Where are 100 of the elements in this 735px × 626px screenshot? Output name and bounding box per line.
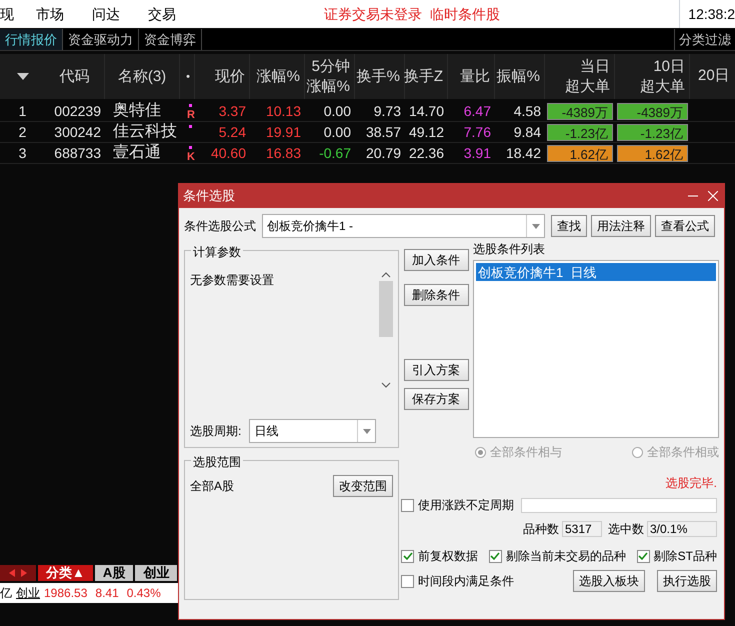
count-label: 品种数 (523, 521, 559, 538)
checkbox[interactable] (488, 550, 502, 562)
checkbox-label: 使用涨跌不定周期 (418, 497, 514, 514)
dialog-button[interactable]: 执行选股 (657, 570, 717, 592)
stock-flag-label: K (187, 150, 195, 164)
table-cell-text: 300242 (53, 122, 102, 142)
stock-flag-label: R (187, 108, 195, 122)
table-cell-text: 20.79 (364, 144, 402, 162)
period-select[interactable]: 日线 (249, 419, 376, 443)
table-cell-text: 1 (18, 102, 28, 120)
scroll-up-icon[interactable] (381, 271, 391, 279)
table-cell-text: 14.70 (408, 102, 445, 120)
scroll-arrows-icon[interactable] (8, 568, 28, 578)
column-header[interactable]: 代码 (60, 66, 90, 86)
flow-bar: -1.23亿 (617, 124, 688, 140)
column-header[interactable]: • (186, 66, 190, 86)
list-label: 选股条件列表 (473, 241, 546, 258)
dropdown-caret-icon[interactable] (362, 428, 371, 434)
dialog-button[interactable]: 引入方案 (404, 359, 468, 381)
dialog-button[interactable]: 删除条件 (404, 284, 468, 306)
column-header[interactable]: 涨幅% (256, 66, 300, 86)
filter-button[interactable]: 分类过滤 (674, 29, 735, 50)
table-cell-text: -0.67 (318, 144, 352, 162)
checkbox[interactable] (401, 550, 414, 562)
table-cell-text: 40.60 (210, 144, 247, 162)
dropdown-caret-icon[interactable] (532, 224, 540, 228)
table-cell-text: 18.42 (504, 144, 542, 162)
table-cell-text: 奥特佳 (112, 101, 162, 121)
table-cell-text: 688733 (53, 144, 102, 162)
column-header[interactable]: 超大单 (565, 76, 610, 96)
table-cell-text: 10.13 (264, 102, 302, 120)
params-text: 无参数需要设置 (190, 272, 275, 289)
flow-bar: -1.23亿 (547, 124, 613, 140)
quote-tab[interactable]: 行情报价 (0, 29, 63, 50)
clock: 12:38:2 (679, 0, 735, 28)
dialog-button[interactable]: 改变范围 (333, 475, 393, 497)
column-header[interactable]: 当日 (580, 56, 610, 76)
column-header[interactable]: 涨幅% (306, 76, 350, 96)
dialog-button[interactable]: 保存方案 (404, 388, 468, 410)
table-cell-text: 0.00 (322, 122, 352, 142)
range-text: 全部A股 (190, 478, 234, 495)
column-header[interactable]: 换手Z (404, 66, 443, 86)
column-header[interactable]: 量比 (460, 66, 490, 86)
column-header[interactable]: 20日 (698, 65, 735, 88)
formula-label: 条件选股公式 (184, 218, 256, 235)
table-cell-text: 3.91 (462, 144, 492, 162)
menu-item[interactable]: 问达 (92, 4, 120, 24)
checkbox[interactable] (401, 574, 414, 588)
dialog-title: 条件选股 (183, 187, 235, 206)
table-cell-text: 22.36 (408, 144, 445, 162)
table-cell-text: 2 (18, 122, 28, 142)
column-header[interactable]: 5分钟 (312, 56, 350, 76)
scroll-down-icon[interactable] (381, 381, 391, 389)
table-cell-text: 6.47 (462, 102, 492, 120)
condition-item[interactable]: 创板竞价擒牛1 日线 (476, 263, 716, 281)
column-header[interactable]: 换手% (356, 66, 400, 86)
category-tab[interactable]: 分类▲ (38, 565, 93, 581)
table-cell-text: 9.73 (372, 102, 402, 120)
sort-arrow-icon[interactable] (16, 72, 28, 80)
menu-item[interactable]: 交易 (148, 4, 176, 24)
quote-tab[interactable]: 资金驱动力 (63, 29, 139, 50)
radio-button[interactable] (632, 446, 643, 458)
period-label: 选股周期: (190, 423, 242, 440)
flow-bar: 1.62亿 (547, 144, 613, 162)
dialog-button[interactable]: 加入条件 (404, 249, 468, 271)
dialog-button[interactable]: 查看公式 (655, 215, 715, 237)
period-input[interactable] (521, 498, 717, 512)
table-cell-text: 7.76 (462, 122, 492, 142)
column-header[interactable]: 振幅% (496, 66, 540, 86)
column-header[interactable]: 现价 (215, 66, 245, 86)
quote-tab[interactable]: 资金博弈 (139, 29, 202, 50)
checkbox[interactable] (636, 550, 650, 562)
flow-bar: -4389万 (617, 102, 688, 120)
category-tab[interactable]: 创业 (135, 565, 178, 581)
table-cell-text: 16.83 (264, 144, 302, 162)
formula-select[interactable]: 创板竞价擒牛1 - (262, 214, 545, 238)
table-cell-text: 3 (18, 144, 28, 162)
category-tab[interactable]: A股 (94, 565, 134, 581)
dialog-button[interactable]: 用法注释 (591, 215, 651, 237)
index-name[interactable]: 创业 (16, 584, 40, 602)
group-label: 选股范围 (191, 453, 243, 471)
menu-item[interactable]: 现 (0, 4, 14, 24)
scrollbar[interactable] (379, 271, 393, 389)
checkbox[interactable] (401, 498, 414, 512)
checkbox-label: 剔除ST品种 (654, 548, 717, 565)
column-header[interactable]: 名称(3) (118, 66, 166, 86)
radio-button[interactable] (475, 446, 486, 458)
checkbox-label: 时间段内满足条件 (418, 573, 514, 590)
checkbox-label: 剔除当前未交易的品种 (506, 548, 626, 565)
menu-item[interactable]: 市场 (36, 4, 64, 24)
column-header[interactable]: 10日 (653, 56, 685, 76)
count-field: 3/0.1% (647, 521, 717, 537)
close-icon[interactable] (708, 191, 718, 201)
table-cell-text: 5.24 (218, 122, 247, 142)
dialog-button[interactable]: 选股入板块 (573, 570, 645, 592)
column-header[interactable]: 超大单 (640, 76, 685, 96)
table-cell-text: 壹石通 (112, 142, 162, 163)
radio-label: 全部条件相或 (647, 444, 719, 461)
count-label: 选中数 (608, 521, 644, 538)
dialog-button[interactable]: 查找 (551, 215, 587, 237)
